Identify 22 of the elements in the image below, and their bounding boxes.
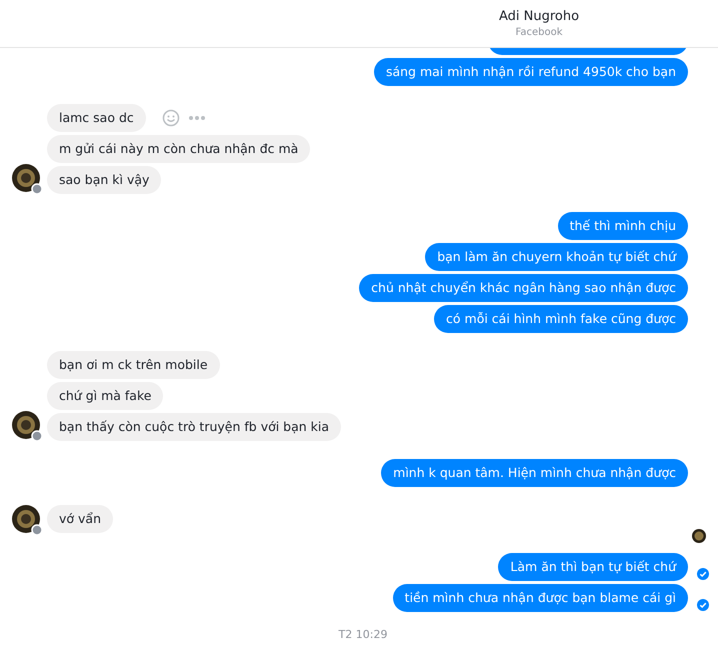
- avatar-icon[interactable]: [12, 411, 42, 441]
- message-bubble: Làm ăn thì bạn tự biết chứ: [498, 553, 688, 581]
- seen-avatar-icon: [692, 529, 706, 543]
- message-bubble: lamc sao dc: [47, 104, 146, 132]
- message-bubble: bạn làm ăn chuyern khoản tự biết chứ: [425, 243, 688, 271]
- avatar-icon[interactable]: [12, 505, 42, 535]
- avatar-icon[interactable]: [12, 164, 42, 194]
- timestamp: T2 10:29: [338, 628, 388, 641]
- message-bubble: tiền mình chưa nhận được bạn blame cái gì: [392, 584, 688, 612]
- message-bubble: mình k quan tâm. Hiện mình chưa nhận được: [381, 459, 688, 487]
- contact-name: Adi Nugroho: [498, 9, 580, 24]
- message-bubble: bạn ơi m ck trên mobile: [47, 351, 220, 379]
- message-bubble: sao bạn kì vậy: [47, 166, 162, 194]
- message-bubble: bạn thấy còn cuộc trò truyện fb với bạn kia: [47, 413, 342, 441]
- message-bubble: thế thì mình chịu: [558, 212, 688, 240]
- message-bubble: chủ nhật chuyển khác ngân hàng sao nhận được: [359, 274, 688, 302]
- message-bubble: m gửi cái này m còn chưa nhận đc mà: [47, 135, 310, 163]
- message-bubble: sáng mai mình nhận rồi refund 4950k cho bạn: [374, 58, 688, 86]
- message-bubble: chứ gì mà fake: [47, 382, 164, 410]
- contact-source: Facebook: [516, 27, 562, 38]
- message-bubble: vớ vẩn: [47, 505, 113, 533]
- message-bubble: có mỗi cái hình mình fake cũng được: [434, 305, 688, 333]
